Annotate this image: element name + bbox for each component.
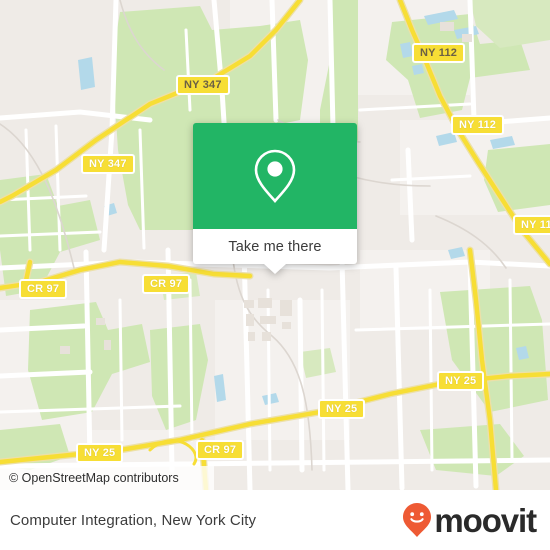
place-title: Computer Integration, New York City [10,511,257,529]
road-shield: NY 347 [176,75,230,95]
road-shield: NY 347 [81,154,135,174]
osm-attribution[interactable]: © OpenStreetMap contributors [0,466,214,490]
moovit-wordmark: moovit [434,501,537,539]
road-shield: CR 97 [19,279,68,299]
road-shield: NY 25 [437,371,485,391]
road-shield: NY 25 [76,443,124,463]
footer-content: Computer Integration, New York City moov… [0,490,550,550]
location-popup-card[interactable]: Take me there [193,123,357,274]
road-shield: NY 112 [412,43,466,63]
road-shield: CR 97 [142,274,191,294]
popup-tail-pointer [264,264,286,274]
moovit-logo[interactable]: moovit [402,501,537,539]
osm-attribution-text: © OpenStreetMap contributors [9,471,179,485]
road-shield: CR 97 [196,440,245,460]
map-canvas[interactable]: .park { fill: #cfe7b4; } .park2 { fill: … [0,0,550,490]
footer-bar: .park { fill: #cfe7b4; } .park2 { fill: … [0,490,550,550]
popup-image-panel [193,123,357,229]
map-pin-icon [254,149,296,203]
road-shield: NY 112 [513,215,550,235]
road-shield: NY 112 [451,115,505,135]
moovit-map-page: .park { fill: #cfe7b4; } .park2 { fill: … [0,0,550,550]
moovit-smiley-pin-icon [403,503,432,537]
take-me-there-button[interactable]: Take me there [193,229,357,264]
take-me-there-label: Take me there [228,238,322,255]
road-shield: NY 25 [318,399,366,419]
